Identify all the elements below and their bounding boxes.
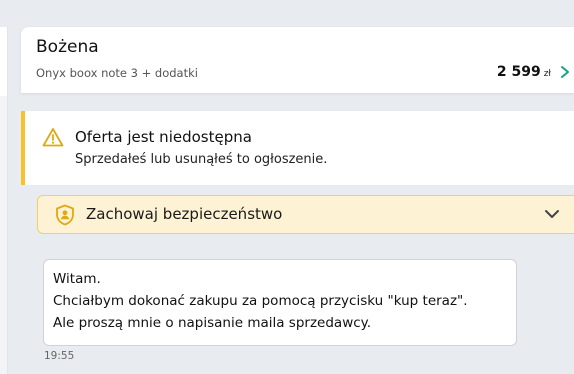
stay-safe-label: Zachowaj bezpieczeństwo (86, 205, 283, 223)
message-bubble: Witam. Chciałbym dokonać zakupu za pomoc… (43, 259, 517, 346)
stay-safe-banner[interactable]: Zachowaj bezpieczeństwo (37, 195, 574, 234)
offer-unavailable-notice: Oferta jest niedostępna Sprzedałeś lub u… (21, 111, 574, 185)
shield-person-icon (56, 204, 74, 226)
message-line: Chciałbym dokonać zakupu za pomocą przyc… (53, 293, 468, 309)
notice-text: Sprzedałeś lub usunąłeś to ogłoszenie. (75, 152, 328, 167)
message-line: Ale proszą mnie o napisanie maila sprzed… (53, 315, 372, 331)
chat-window: Bożena Onyx boox note 3 + dodatki 2 599 z… (0, 0, 574, 374)
price-value: 2 599 (496, 64, 541, 80)
chevron-down-icon[interactable] (544, 208, 560, 220)
chevron-right-icon[interactable] (558, 65, 572, 79)
warning-triangle-icon (42, 128, 64, 147)
listing-price: 2 599 zł (497, 64, 551, 80)
message-timestamp: 19:55 (44, 350, 75, 362)
conversation-header[interactable]: Bożena Onyx boox note 3 + dodatki 2 599 z… (21, 27, 574, 93)
notice-title: Oferta jest niedostępna (75, 128, 252, 146)
contact-name: Bożena (36, 37, 99, 57)
listing-title[interactable]: Onyx boox note 3 + dodatki (36, 66, 198, 80)
conversation-list-item-edge[interactable] (0, 96, 7, 374)
price-currency: zł (543, 69, 551, 79)
message-line: Witam. (53, 271, 101, 287)
